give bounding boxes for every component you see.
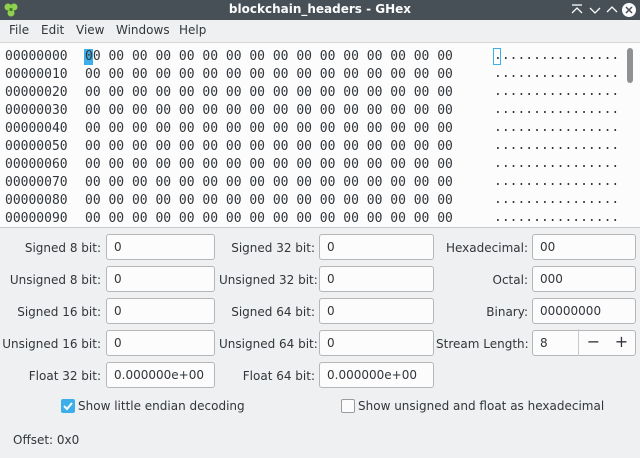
- row-bytes[interactable]: 00 00 00 00 00 00 00 00 00 00 00 00 00 0…: [85, 175, 453, 190]
- hex-row: 00000070 00 00 00 00 00 00 00 00 00 00 00…: [0, 174, 630, 192]
- menu-edit[interactable]: Edit: [40, 23, 65, 37]
- little-endian-label[interactable]: Show little endian decoding: [78, 399, 245, 413]
- hex-row: 00000000 00 00 00 00 00 00 00 00 00 00 00…: [0, 48, 630, 66]
- row-bytes[interactable]: 00 00 00 00 00 00 00 00 00 00 00 00 00 0…: [85, 103, 453, 118]
- row-bytes[interactable]: 00 00 00 00 00 00 00 00 00 00 00 00 00 0…: [85, 211, 453, 226]
- row-ascii[interactable]: ................: [494, 192, 619, 207]
- row-ascii[interactable]: ................: [494, 156, 619, 171]
- row-bytes[interactable]: 00 00 00 00 00 00 00 00 00 00 00 00 00 0…: [85, 121, 453, 136]
- row-ascii[interactable]: ................: [494, 174, 619, 189]
- hex-row: 00000060 00 00 00 00 00 00 00 00 00 00 00…: [0, 156, 630, 174]
- keep-above-icon[interactable]: [569, 2, 585, 18]
- unsigned-32-bit-field[interactable]: 0: [319, 266, 434, 292]
- signed-16-bit-label: Signed 16 bit:: [17, 305, 101, 319]
- close-icon[interactable]: [621, 2, 637, 18]
- row-ascii[interactable]: ................: [494, 120, 619, 135]
- row-offset: 00000050: [5, 139, 68, 154]
- unsigned-64-bit-field[interactable]: 0: [319, 330, 434, 356]
- hex-row: 00000050 00 00 00 00 00 00 00 00 00 00 00…: [0, 138, 630, 156]
- stream-length-increase-button[interactable]: +: [607, 329, 636, 356]
- hexadecimal-label: Hexadecimal:: [445, 241, 528, 255]
- row-bytes[interactable]: 00 00 00 00 00 00 00 00 00 00 00 00 00 0…: [85, 49, 453, 64]
- row-offset: 00000000: [5, 49, 68, 64]
- row-offset: 00000030: [5, 103, 68, 118]
- row-bytes[interactable]: 00 00 00 00 00 00 00 00 00 00 00 00 00 0…: [85, 139, 453, 154]
- float-32-bit-label: Float 32 bit:: [28, 369, 101, 383]
- minimize-icon[interactable]: [587, 2, 603, 18]
- unsigned-hex-label[interactable]: Show unsigned and float as hexadecimal: [358, 399, 604, 413]
- scrollbar-thumb[interactable]: [627, 48, 633, 83]
- row-bytes[interactable]: 00 00 00 00 00 00 00 00 00 00 00 00 00 0…: [85, 85, 453, 100]
- row-ascii[interactable]: ................: [494, 138, 619, 153]
- row-bytes[interactable]: 00 00 00 00 00 00 00 00 00 00 00 00 00 0…: [85, 157, 453, 172]
- float-64-bit-label: Float 64 bit:: [242, 369, 315, 383]
- hex-row: 00000010 00 00 00 00 00 00 00 00 00 00 00…: [0, 66, 630, 84]
- unsigned-16-bit-label: Unsigned 16 bit:: [2, 337, 101, 351]
- signed-8-bit-label: Signed 8 bit:: [24, 241, 101, 255]
- float-32-bit-field[interactable]: 0.000000e+00: [106, 362, 215, 388]
- signed-16-bit-field[interactable]: 0: [106, 298, 215, 324]
- maximize-icon[interactable]: [604, 2, 620, 18]
- title-bar: blockchain_headers - GHex: [0, 0, 640, 20]
- unsigned-8-bit-label: Unsigned 8 bit:: [9, 273, 101, 287]
- row-ascii[interactable]: ................: [494, 102, 619, 117]
- checkmark-icon: [63, 402, 73, 411]
- row-offset: 00000060: [5, 157, 68, 172]
- hex-row: 00000030 00 00 00 00 00 00 00 00 00 00 00…: [0, 102, 630, 120]
- row-bytes[interactable]: 00 00 00 00 00 00 00 00 00 00 00 00 00 0…: [85, 67, 453, 82]
- row-ascii[interactable]: ................: [494, 66, 619, 81]
- octal-label: Octal:: [492, 273, 528, 287]
- signed-64-bit-label: Signed 64 bit:: [231, 305, 315, 319]
- row-offset: 00000070: [5, 175, 68, 190]
- row-offset: 00000040: [5, 121, 68, 136]
- menu-help[interactable]: Help: [178, 23, 207, 37]
- unsigned-64-bit-label: Unsigned 64 bit:: [219, 337, 318, 351]
- signed-64-bit-field[interactable]: 0: [319, 298, 434, 324]
- unsigned-16-bit-field[interactable]: 0: [106, 330, 215, 356]
- offset-status: Offset: 0x0: [13, 433, 80, 447]
- row-offset: 00000020: [5, 85, 68, 100]
- row-offset: 00000090: [5, 211, 68, 226]
- hex-row: 00000080 00 00 00 00 00 00 00 00 00 00 00…: [0, 192, 630, 210]
- binary-label: Binary:: [486, 305, 528, 319]
- unsigned-32-bit-label: Unsigned 32 bit:: [219, 273, 318, 287]
- menu-bar: File Edit View Windows Help: [0, 20, 640, 42]
- row-ascii[interactable]: ................: [494, 210, 619, 225]
- hex-row: 00000090 00 00 00 00 00 00 00 00 00 00 00…: [0, 210, 630, 228]
- little-endian-checkbox[interactable]: [61, 399, 75, 413]
- signed-32-bit-field[interactable]: 0: [319, 234, 434, 260]
- window-title: blockchain_headers - GHex: [228, 2, 412, 16]
- octal-field[interactable]: 000: [532, 266, 636, 292]
- unsigned-8-bit-field[interactable]: 0: [106, 266, 215, 292]
- stream-length-decrease-button[interactable]: −: [578, 329, 608, 356]
- hex-row: 00000020 00 00 00 00 00 00 00 00 00 00 00…: [0, 84, 630, 102]
- vertical-scrollbar[interactable]: [627, 43, 635, 225]
- float-64-bit-field[interactable]: 0.000000e+00: [319, 362, 434, 388]
- signed-8-bit-field[interactable]: 0: [106, 234, 215, 260]
- row-ascii[interactable]: ................: [494, 48, 619, 63]
- menu-view[interactable]: View: [75, 23, 105, 37]
- signed-32-bit-label: Signed 32 bit:: [231, 241, 315, 255]
- hexadecimal-field[interactable]: 00: [532, 234, 636, 260]
- row-offset: 00000080: [5, 193, 68, 208]
- unsigned-hex-checkbox[interactable]: [341, 399, 355, 413]
- binary-field[interactable]: 00000000: [532, 298, 636, 324]
- hex-view[interactable]: 00000000 00 00 00 00 00 00 00 00 00 00 00…: [0, 42, 640, 228]
- stream-length-label: Stream Length:: [436, 337, 529, 351]
- hex-row: 00000040 00 00 00 00 00 00 00 00 00 00 00…: [0, 120, 630, 138]
- row-offset: 00000010: [5, 67, 68, 82]
- menu-windows[interactable]: Windows: [115, 23, 171, 37]
- row-bytes[interactable]: 00 00 00 00 00 00 00 00 00 00 00 00 00 0…: [85, 193, 453, 208]
- row-ascii[interactable]: ................: [494, 84, 619, 99]
- menu-file[interactable]: File: [8, 23, 30, 37]
